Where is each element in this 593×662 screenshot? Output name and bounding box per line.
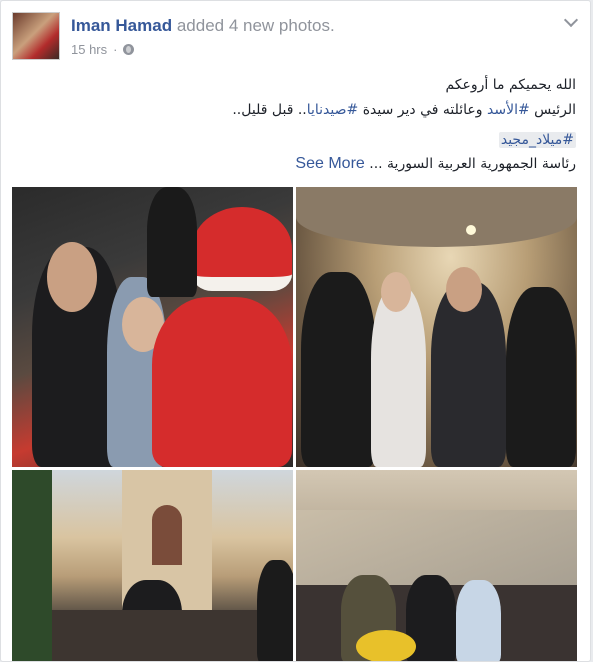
chevron-down-icon[interactable] bbox=[563, 12, 579, 28]
photo-4[interactable] bbox=[296, 470, 577, 661]
message-line-3: #ميلاد_مجيد bbox=[498, 132, 576, 148]
hashtag-link[interactable]: #صيدنايا bbox=[307, 102, 359, 118]
photo-2[interactable] bbox=[296, 187, 577, 467]
hashtag-link[interactable]: #الأسد bbox=[487, 102, 530, 118]
post-meta: 15 hrs · bbox=[71, 42, 135, 57]
see-more-link[interactable]: See More bbox=[295, 155, 364, 172]
post-action: added 4 new photos. bbox=[176, 16, 335, 35]
message-line-4: رئاسة الجمهورية العربية السورية ... See … bbox=[295, 155, 576, 172]
photo-3[interactable] bbox=[12, 470, 293, 661]
message-line-2: الرئيس #الأسد وعائلته في دير سيدة #صيدنا… bbox=[232, 102, 576, 118]
avatar[interactable] bbox=[12, 12, 60, 60]
globe-icon[interactable] bbox=[123, 44, 135, 55]
post-header: Iman Hamad added 4 new photos. bbox=[71, 16, 335, 36]
timestamp[interactable]: 15 hrs bbox=[71, 42, 107, 57]
hashtag-link[interactable]: #ميلاد_مجيد bbox=[498, 132, 576, 148]
photo-1[interactable] bbox=[12, 187, 293, 467]
author-name[interactable]: Iman Hamad bbox=[71, 16, 172, 35]
message-line-1: الله يحميكم ما أروعكم bbox=[445, 77, 576, 93]
post-card: Iman Hamad added 4 new photos. 15 hrs · … bbox=[0, 0, 591, 662]
